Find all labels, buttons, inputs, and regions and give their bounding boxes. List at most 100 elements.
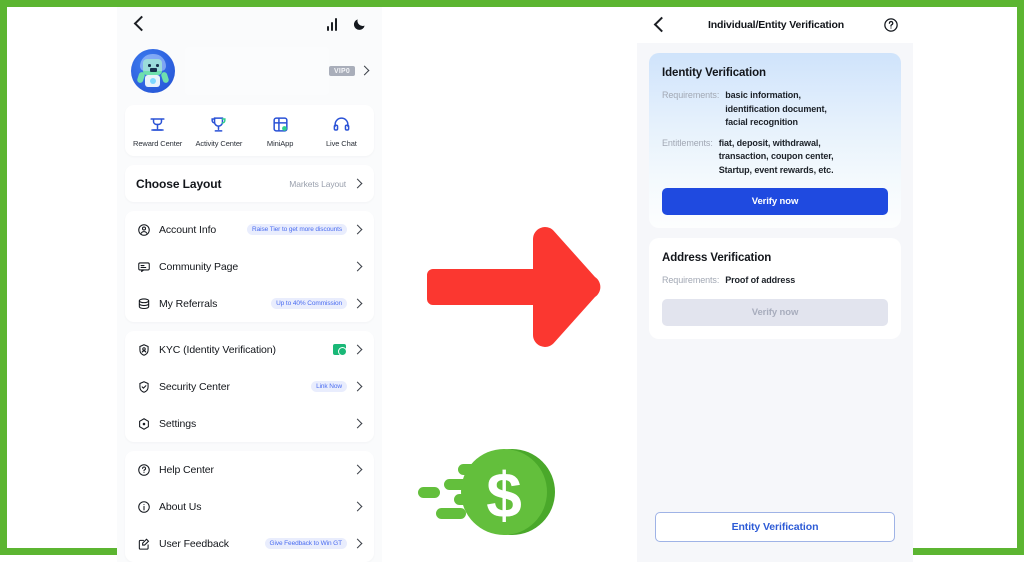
identity-verify-now-button[interactable]: Verify now — [662, 188, 888, 215]
right-body: Identity Verification Requirements: basi… — [637, 43, 913, 339]
help-circle-icon[interactable] — [883, 17, 899, 33]
live-chat-icon — [311, 114, 372, 135]
sidebar-item-my-referrals[interactable]: My Referrals Up to 40% Commission — [136, 285, 363, 322]
row-pill: Give Feedback to Win GT — [265, 538, 347, 549]
address-requirements-row: Requirements: Proof of address — [662, 274, 888, 288]
right-header: Individual/Entity Verification — [637, 7, 913, 43]
feedback-icon — [136, 536, 151, 551]
chevron-right-icon — [352, 381, 363, 392]
screenshot-frame: VIP0 Reward Center — [0, 0, 1024, 555]
identity-requirements-row: Requirements: basic information, identif… — [662, 89, 888, 130]
center-graphics: $ — [382, 7, 637, 562]
entitlements-label: Entitlements: — [662, 137, 713, 178]
row-label: Choose Layout — [136, 177, 289, 191]
support-group-card: Help Center About Us — [125, 451, 374, 562]
identity-verification-card: Identity Verification Requirements: basi… — [649, 53, 901, 228]
shield-check-icon — [136, 379, 151, 394]
chevron-right-icon — [352, 501, 363, 512]
sidebar-item-account-info[interactable]: Account Info Raise Tier to get more disc… — [136, 211, 363, 248]
requirements-values: basic information, identification docume… — [725, 89, 827, 130]
quick-actions-card: Reward Center Activity Center — [125, 105, 374, 156]
chevron-right-icon — [352, 538, 363, 549]
row-label: User Feedback — [159, 538, 265, 550]
row-label: Community Page — [159, 261, 352, 273]
quick-action-reward-center[interactable]: Reward Center — [127, 114, 188, 148]
sidebar-item-user-feedback[interactable]: User Feedback Give Feedback to Win GT — [136, 525, 363, 562]
sidebar-item-help-center[interactable]: Help Center — [136, 451, 363, 488]
left-phone-panel: VIP0 Reward Center — [117, 7, 382, 562]
quick-action-activity-center[interactable]: Activity Center — [188, 114, 249, 148]
avatar — [131, 49, 175, 93]
requirements-value: Proof of address — [725, 274, 795, 288]
vip-tier[interactable]: VIP0 — [329, 66, 370, 77]
row-label: Help Center — [159, 464, 352, 476]
right-arrow-icon — [427, 225, 603, 349]
entitlement-line: Startup, event rewards, etc. — [719, 164, 834, 178]
entitlements-values: fiat, deposit, withdrawal, transaction, … — [719, 137, 834, 178]
question-circle-icon — [136, 462, 151, 477]
row-label: Settings — [159, 418, 352, 430]
address-verification-card: Address Verification Requirements: Proof… — [649, 238, 901, 339]
activity-center-icon — [188, 114, 249, 135]
kyc-status-badge-icon — [333, 344, 346, 355]
chevron-left-icon[interactable] — [131, 15, 149, 33]
chevron-right-icon — [352, 178, 363, 189]
entitlement-line: transaction, coupon center, — [719, 150, 834, 164]
requirement-line: identification document, — [725, 103, 827, 117]
security-group-card: KYC (Identity Verification) Security Cen… — [125, 331, 374, 442]
row-label: About Us — [159, 501, 352, 513]
vip-badge: VIP0 — [329, 66, 355, 76]
quick-action-label: MiniApp — [250, 139, 311, 148]
row-pill: Link Now — [311, 381, 347, 392]
row-value: Markets Layout — [289, 179, 346, 189]
row-pill: Up to 40% Commission — [271, 298, 347, 309]
info-circle-icon — [136, 499, 151, 514]
quick-action-miniapp[interactable]: MiniApp — [250, 114, 311, 148]
miniapp-icon — [250, 114, 311, 135]
row-choose-layout[interactable]: Choose Layout Markets Layout — [136, 165, 363, 202]
row-label: My Referrals — [159, 298, 271, 310]
chevron-right-icon — [352, 464, 363, 475]
settings-icon — [136, 416, 151, 431]
chevron-right-icon — [352, 261, 363, 272]
sidebar-item-kyc[interactable]: KYC (Identity Verification) — [136, 331, 363, 368]
community-icon — [136, 259, 151, 274]
quick-action-live-chat[interactable]: Live Chat — [311, 114, 372, 148]
fast-money-dollar-icon: $ — [418, 447, 566, 537]
requirements-label: Requirements: — [662, 89, 719, 130]
account-group-card: Account Info Raise Tier to get more disc… — [125, 211, 374, 322]
requirement-line: facial recognition — [725, 116, 827, 130]
row-label: KYC (Identity Verification) — [159, 344, 333, 356]
card-title: Identity Verification — [662, 67, 888, 79]
choose-layout-card: Choose Layout Markets Layout — [125, 165, 374, 202]
entitlement-line: fiat, deposit, withdrawal, — [719, 137, 834, 151]
quick-action-label: Activity Center — [188, 139, 249, 148]
moon-icon[interactable] — [353, 17, 368, 32]
chevron-right-icon — [352, 224, 363, 235]
svg-text:$: $ — [486, 459, 522, 531]
page-title: Individual/Entity Verification — [669, 19, 883, 31]
chevron-right-icon — [352, 344, 363, 355]
sidebar-item-community-page[interactable]: Community Page — [136, 248, 363, 285]
row-label: Security Center — [159, 381, 311, 393]
sidebar-item-settings[interactable]: Settings — [136, 405, 363, 442]
address-verify-now-button: Verify now — [662, 299, 888, 326]
referrals-icon — [136, 296, 151, 311]
right-phone-panel: Individual/Entity Verification Identity … — [637, 7, 913, 562]
chevron-right-icon — [352, 418, 363, 429]
profile-row[interactable]: VIP0 — [117, 41, 382, 105]
chevron-left-icon[interactable] — [651, 16, 669, 34]
card-title: Address Verification — [662, 252, 888, 264]
row-pill: Raise Tier to get more discounts — [247, 224, 347, 235]
bar-chart-icon[interactable] — [327, 18, 338, 31]
entity-verification-button[interactable]: Entity Verification — [655, 512, 895, 542]
kyc-shield-icon — [136, 342, 151, 357]
sidebar-item-security-center[interactable]: Security Center Link Now — [136, 368, 363, 405]
requirement-line: basic information, — [725, 89, 827, 103]
chevron-right-icon — [352, 298, 363, 309]
quick-action-label: Live Chat — [311, 139, 372, 148]
quick-action-label: Reward Center — [127, 139, 188, 148]
sidebar-item-about-us[interactable]: About Us — [136, 488, 363, 525]
requirements-label: Requirements: — [662, 274, 719, 288]
profile-name-placeholder — [185, 47, 329, 95]
